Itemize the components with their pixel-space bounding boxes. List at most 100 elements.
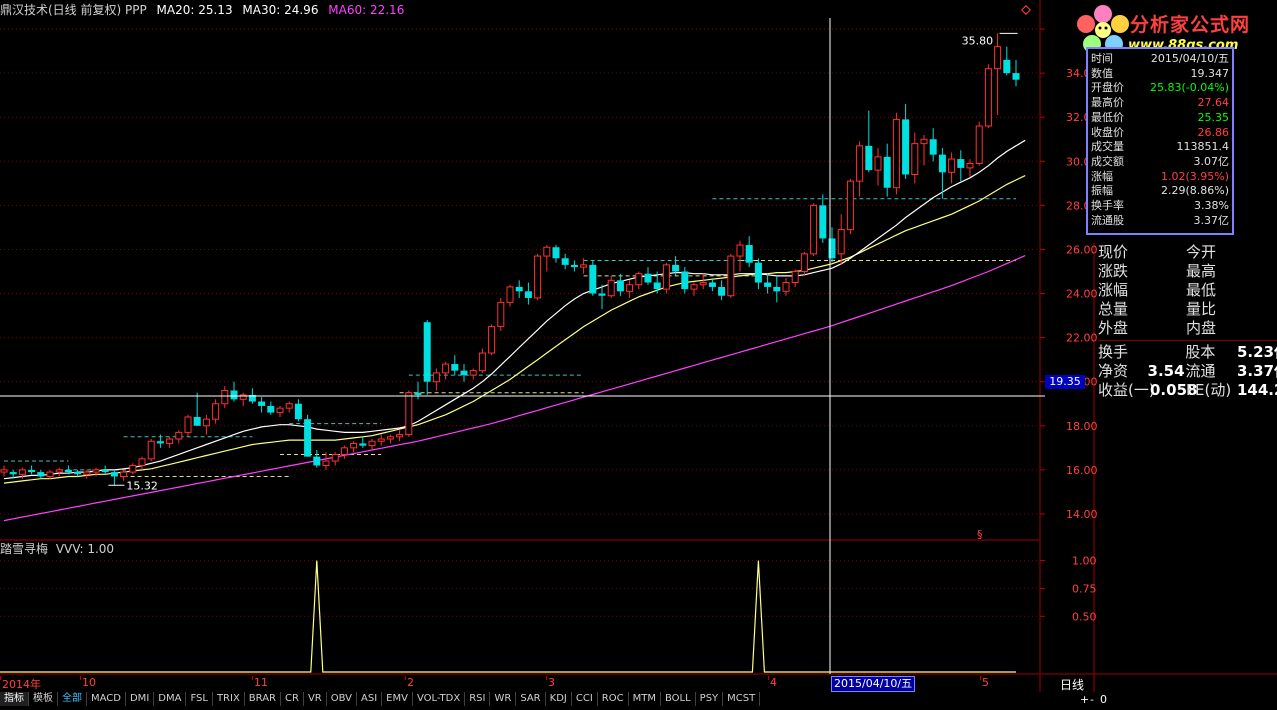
candle-body-up[interactable] [800, 253, 808, 272]
candle-body-down[interactable] [754, 262, 762, 283]
candle-body-up[interactable] [782, 282, 790, 292]
candle-body-up[interactable] [92, 469, 100, 473]
candle-body-down[interactable] [9, 472, 17, 475]
candle-body-up[interactable] [18, 469, 26, 475]
tab-psy[interactable]: PSY [696, 692, 724, 706]
candle-body-down[interactable] [460, 370, 468, 376]
candle-body-up[interactable] [810, 204, 818, 255]
candle-body-up[interactable] [994, 46, 1002, 70]
candle-body-down[interactable] [423, 322, 431, 382]
tab-roc[interactable]: ROC [598, 692, 629, 706]
candle-body-down[interactable] [304, 419, 312, 457]
candle-body-down[interactable] [414, 392, 422, 395]
candle-body-down[interactable] [883, 156, 891, 188]
tab-obv[interactable]: OBV [327, 692, 357, 706]
period-label[interactable]: 日线 [1060, 676, 1084, 693]
candle-body-down[interactable] [258, 401, 266, 406]
tab-emv[interactable]: EMV [382, 692, 413, 706]
candle-body-up[interactable] [874, 156, 882, 171]
candle-body-up[interactable] [911, 143, 919, 176]
diamond-marker-icon[interactable] [1021, 5, 1031, 15]
candle-body-down[interactable] [819, 205, 827, 239]
candle-body-down[interactable] [313, 456, 321, 466]
candle-body-up[interactable] [46, 471, 54, 477]
candle-body-up[interactable] [846, 180, 854, 231]
candle-body-down[interactable] [230, 390, 238, 400]
tab-dmi[interactable]: DMI [126, 692, 155, 706]
candle-body-down[interactable] [938, 154, 946, 173]
candle-body-up[interactable] [635, 273, 643, 286]
candle-body-down[interactable] [101, 469, 109, 473]
candle-body-down[interactable] [64, 469, 72, 473]
candle-body-up[interactable] [534, 255, 542, 299]
tab-模板[interactable]: 模板 [29, 692, 58, 706]
candle-body-down[interactable] [708, 282, 716, 287]
candle-body-down[interactable] [589, 264, 597, 294]
candle-body-up[interactable] [506, 286, 514, 303]
tab-sar[interactable]: SAR [516, 692, 546, 706]
candle-body-down[interactable] [74, 472, 82, 475]
candle-body-down[interactable] [451, 364, 459, 371]
candle-body-down[interactable] [524, 291, 532, 298]
tab-wr[interactable]: WR [490, 692, 517, 706]
tab-boll[interactable]: BOLL [661, 692, 696, 706]
candle-body-up[interactable] [975, 125, 983, 164]
candle-body-up[interactable] [580, 264, 588, 268]
candle-body-up[interactable] [727, 255, 735, 297]
candle-body-down[interactable] [156, 441, 164, 444]
candle-body-up[interactable] [276, 407, 284, 414]
candle-body-up[interactable] [340, 447, 348, 455]
tab-macd[interactable]: MACD [87, 692, 126, 706]
zoom-out-button[interactable]: - [1090, 693, 1094, 706]
candle-body-up[interactable] [184, 416, 192, 433]
candle-body-up[interactable] [350, 442, 358, 449]
candle-body-up[interactable] [791, 270, 799, 284]
tab-vr[interactable]: VR [304, 692, 327, 706]
stock-title[interactable]: 鼎汉技术(日线 前复权) PPP [0, 3, 147, 17]
candle-body-up[interactable] [690, 284, 698, 290]
candle-body-up[interactable] [607, 279, 615, 297]
candle-body-up[interactable] [129, 464, 137, 473]
candle-body-down[interactable] [561, 258, 569, 265]
tab-cr[interactable]: CR [281, 692, 304, 706]
candle-body-up[interactable] [736, 244, 744, 257]
candle-body-up[interactable] [147, 440, 155, 460]
candle-body-down[interactable] [616, 280, 624, 292]
tab-fsl[interactable]: FSL [186, 692, 213, 706]
candle-body-down[interactable] [718, 286, 726, 296]
tab-mcst[interactable]: MCST [723, 692, 761, 706]
tab-kdj[interactable]: KDJ [546, 692, 572, 706]
candle-body-up[interactable] [948, 158, 956, 173]
candle-body-down[interactable] [902, 119, 910, 175]
candle-body-up[interactable] [120, 471, 128, 477]
candle-body-down[interactable] [37, 472, 45, 477]
candle-body-down[interactable] [1003, 59, 1011, 74]
reset-button[interactable]: 0 [1100, 693, 1107, 706]
candle-body-up[interactable] [469, 370, 477, 376]
candle-body-down[interactable] [193, 416, 201, 426]
candle-body-up[interactable] [377, 438, 385, 442]
candle-body-down[interactable] [672, 264, 680, 272]
candle-body-up[interactable] [55, 469, 63, 473]
candle-body-up[interactable] [662, 264, 670, 290]
candle-body-up[interactable] [202, 418, 210, 427]
candle-body-up[interactable] [221, 390, 229, 405]
candle-body-up[interactable] [386, 436, 394, 440]
candle-body-down[interactable] [294, 403, 302, 420]
tab-指标[interactable]: 指标 [0, 692, 29, 706]
candle-body-up[interactable] [442, 363, 450, 374]
candle-body-up[interactable] [331, 453, 339, 462]
candle-body-up[interactable] [856, 145, 864, 182]
candle-body-down[interactable] [359, 443, 367, 446]
candle-body-up[interactable] [497, 301, 505, 328]
candle-body-up[interactable] [285, 403, 293, 409]
candle-body-down[interactable] [110, 472, 118, 477]
candle-body-down[interactable] [1012, 73, 1020, 80]
candle-body-up[interactable] [0, 469, 8, 473]
candle-body-up[interactable] [166, 438, 174, 444]
candle-body-up[interactable] [432, 372, 440, 383]
candle-body-down[interactable] [865, 145, 873, 171]
candle-body-down[interactable] [957, 159, 965, 168]
candle-body-up[interactable] [837, 229, 845, 255]
candle-body-up[interactable] [699, 282, 707, 286]
